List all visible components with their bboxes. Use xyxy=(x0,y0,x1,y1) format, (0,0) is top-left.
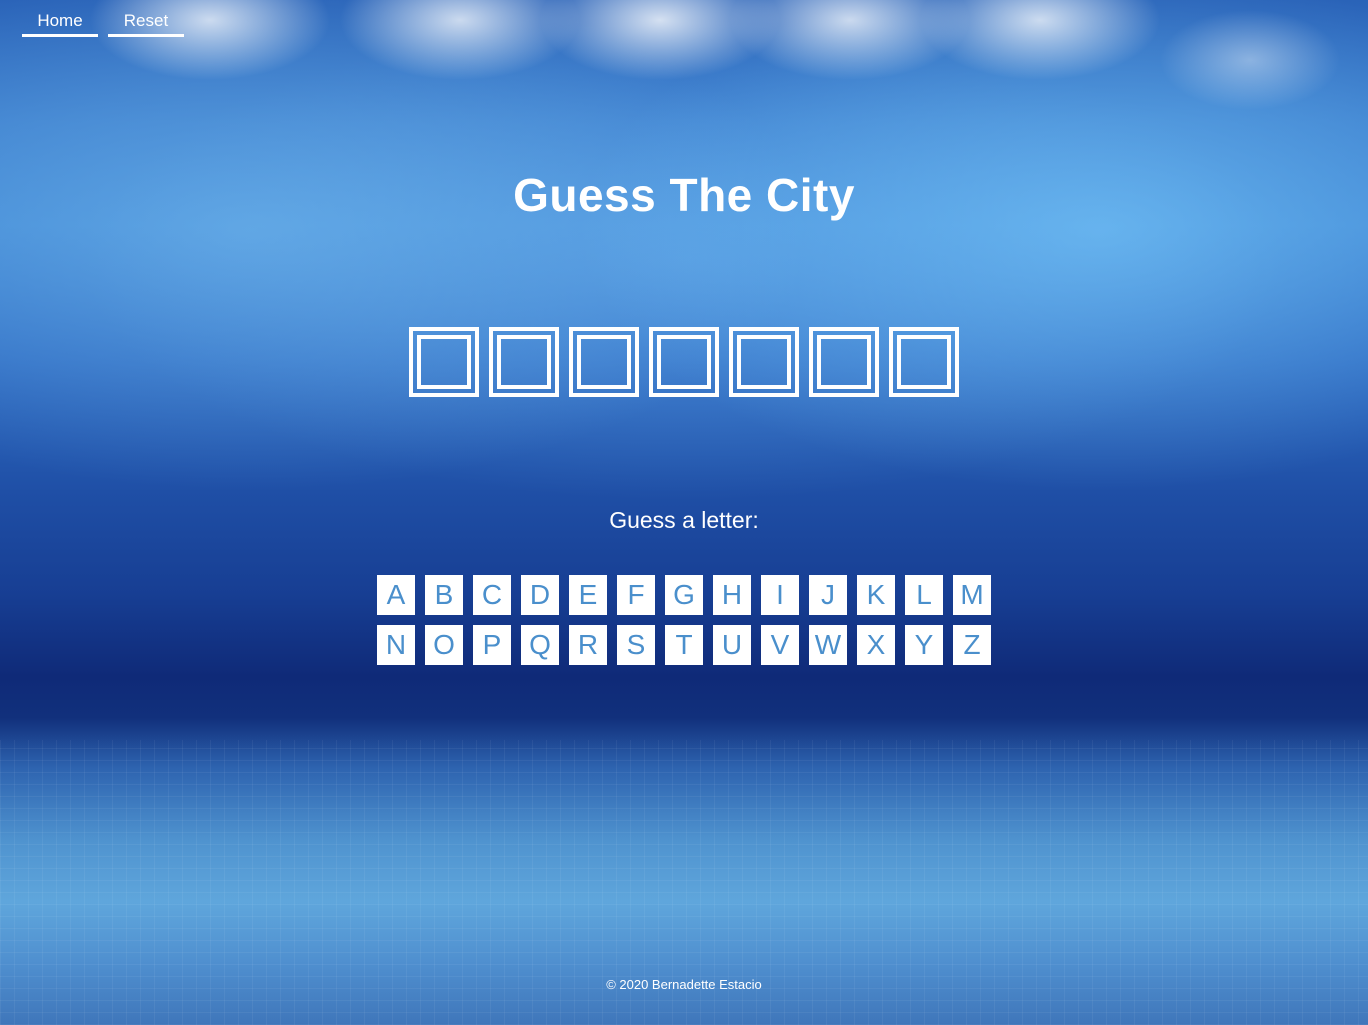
letter-key-u[interactable]: U xyxy=(713,625,751,665)
home-link[interactable]: Home xyxy=(22,11,98,37)
letter-key-j[interactable]: J xyxy=(809,575,847,615)
letter-key-n[interactable]: N xyxy=(377,625,415,665)
word-slots xyxy=(409,327,959,397)
letter-slot xyxy=(489,327,559,397)
letter-key-o[interactable]: O xyxy=(425,625,463,665)
letter-key-x[interactable]: X xyxy=(857,625,895,665)
letter-slot xyxy=(649,327,719,397)
letter-key-q[interactable]: Q xyxy=(521,625,559,665)
letter-slot xyxy=(409,327,479,397)
letter-slot xyxy=(729,327,799,397)
letter-keyboard: ABCDEFGHIJKLM NOPQRSTUVWXYZ xyxy=(377,575,991,665)
letter-key-y[interactable]: Y xyxy=(905,625,943,665)
letter-slot xyxy=(569,327,639,397)
letter-key-g[interactable]: G xyxy=(665,575,703,615)
letter-key-d[interactable]: D xyxy=(521,575,559,615)
letter-slot xyxy=(889,327,959,397)
letter-key-v[interactable]: V xyxy=(761,625,799,665)
letter-key-c[interactable]: C xyxy=(473,575,511,615)
letter-key-a[interactable]: A xyxy=(377,575,415,615)
letter-key-e[interactable]: E xyxy=(569,575,607,615)
guess-prompt: Guess a letter: xyxy=(609,507,759,533)
letter-key-w[interactable]: W xyxy=(809,625,847,665)
letter-slot xyxy=(809,327,879,397)
letter-key-z[interactable]: Z xyxy=(953,625,991,665)
letter-key-i[interactable]: I xyxy=(761,575,799,615)
top-nav: Home Reset xyxy=(22,11,184,37)
reset-link[interactable]: Reset xyxy=(108,11,184,37)
letter-key-r[interactable]: R xyxy=(569,625,607,665)
letter-key-p[interactable]: P xyxy=(473,625,511,665)
letter-key-l[interactable]: L xyxy=(905,575,943,615)
letter-key-b[interactable]: B xyxy=(425,575,463,615)
letter-key-f[interactable]: F xyxy=(617,575,655,615)
letter-key-s[interactable]: S xyxy=(617,625,655,665)
letter-key-h[interactable]: H xyxy=(713,575,751,615)
footer-copyright: © 2020 Bernadette Estacio xyxy=(606,977,762,992)
page-title: Guess The City xyxy=(513,169,855,221)
letter-key-k[interactable]: K xyxy=(857,575,895,615)
letter-key-t[interactable]: T xyxy=(665,625,703,665)
letter-key-m[interactable]: M xyxy=(953,575,991,615)
